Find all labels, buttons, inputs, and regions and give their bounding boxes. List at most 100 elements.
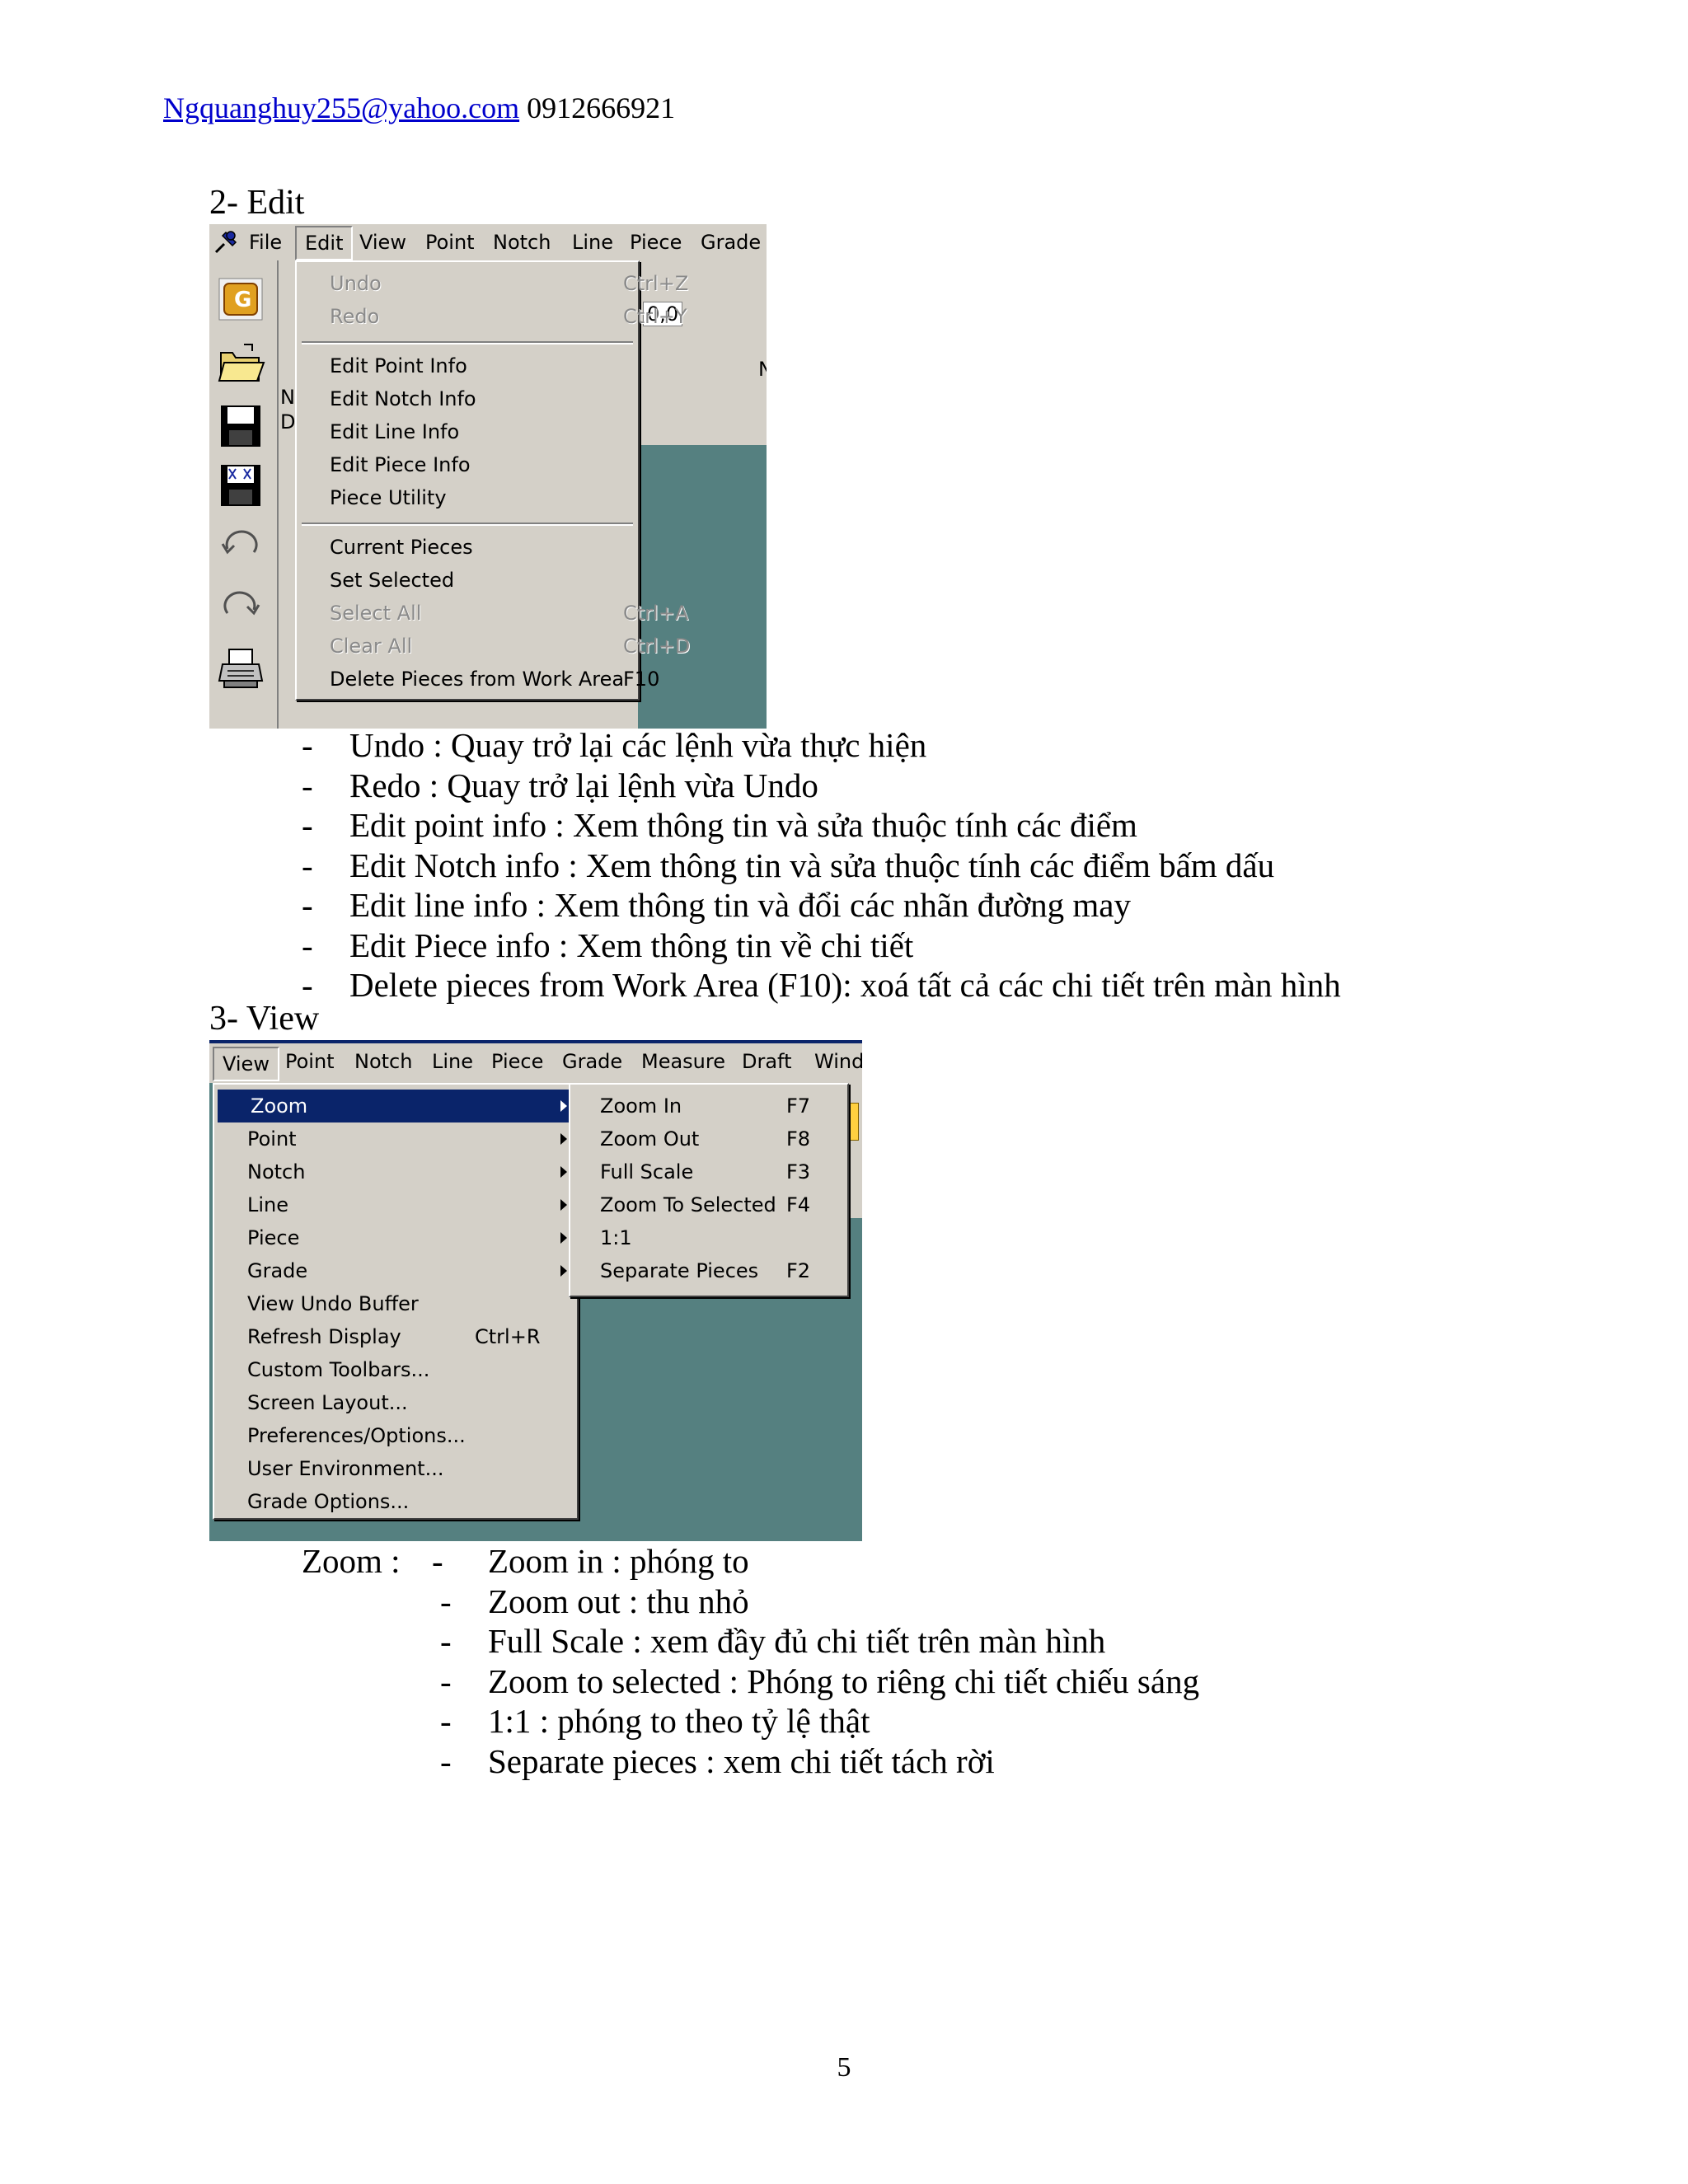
save-close-icon[interactable] bbox=[216, 462, 265, 509]
redo-icon[interactable] bbox=[216, 582, 265, 630]
edit-bullet-list: - Undo : Quay trở lại các lệnh vừa thực h… bbox=[302, 725, 1341, 1005]
menu-line[interactable]: Line bbox=[572, 224, 613, 260]
side-pane: N D bbox=[277, 260, 295, 729]
list-item: - Undo : Quay trở lại các lệnh vừa thực h… bbox=[302, 726, 927, 764]
menu-view[interactable]: View bbox=[359, 224, 406, 260]
submenu-arrow-icon bbox=[560, 1133, 567, 1145]
menu-item-set-selected[interactable]: Set Selected bbox=[297, 564, 638, 597]
menu-item-redo[interactable]: Redo Ctrl+Y bbox=[297, 300, 687, 333]
side-letter: N bbox=[280, 386, 295, 409]
page-header: Ngquanghuy255@yahoo.com 0912666921 bbox=[163, 91, 675, 125]
menu-item-zoom[interactable]: Zoom bbox=[218, 1090, 574, 1122]
list-item: - Zoom out : thu nhỏ bbox=[440, 1582, 749, 1620]
list-item: - Edit line info : Xem thông tin và đổi c… bbox=[302, 886, 1131, 924]
menu-item-point[interactable]: Point bbox=[214, 1122, 577, 1155]
submenu-arrow-icon bbox=[560, 1100, 567, 1112]
menu-item-notch[interactable]: Notch bbox=[214, 1155, 577, 1188]
menu-item-zoom-to-selected[interactable]: Zoom To Selected F4 bbox=[570, 1188, 847, 1221]
menu-draft[interactable]: Draft bbox=[742, 1043, 792, 1080]
menu-grade[interactable]: Grade bbox=[701, 224, 761, 260]
menu-point[interactable]: Point bbox=[425, 224, 475, 260]
list-item: - Edit Notch info : Xem thông tin và sửa … bbox=[302, 846, 1275, 884]
menu-bar: File Edit View Point Notch Line Piece Gr… bbox=[209, 224, 767, 260]
menu-separator bbox=[302, 341, 633, 344]
menu-item-clear-all[interactable]: Clear All Ctrl+D bbox=[297, 630, 690, 663]
menu-item-separate-pieces[interactable]: Separate Pieces F2 bbox=[570, 1254, 847, 1287]
menu-item-grade[interactable]: Grade bbox=[214, 1254, 577, 1287]
toolbar-button[interactable] bbox=[847, 1103, 859, 1141]
undo-icon[interactable] bbox=[216, 521, 265, 569]
grade-icon[interactable]: G bbox=[216, 275, 265, 323]
menu-item-line[interactable]: Line bbox=[214, 1188, 577, 1221]
menu-item-view-undo-buffer[interactable]: View Undo Buffer bbox=[214, 1287, 577, 1320]
zoom-submenu: Zoom In F7 Zoom Out F8 Full Scale F3 Zoo… bbox=[569, 1083, 849, 1297]
menu-piece[interactable]: Piece bbox=[630, 224, 682, 260]
list-item: - Edit Piece info : Xem thông tin về chi … bbox=[302, 926, 914, 964]
submenu-arrow-icon bbox=[560, 1265, 567, 1277]
side-letter: D bbox=[280, 410, 296, 434]
view-dropdown-menu: Zoom Point Notch Line Piece Grade View U… bbox=[213, 1083, 579, 1520]
print-icon[interactable] bbox=[216, 644, 265, 692]
edit-dropdown-menu: Undo Ctrl+Z Redo Ctrl+Y Edit Point Info … bbox=[295, 260, 690, 701]
menu-bar: View Point Notch Line Piece Grade Measur… bbox=[209, 1040, 862, 1083]
list-item: - Full Scale : xem đầy đủ chi tiết trên m… bbox=[440, 1622, 1106, 1660]
view-menu-screenshot: View Point Notch Line Piece Grade Measur… bbox=[209, 1040, 862, 1541]
folder-open-icon[interactable] bbox=[216, 340, 265, 387]
list-item: - Edit point info : Xem thông tin và sửa … bbox=[302, 806, 1137, 844]
list-item: - Zoom in : phóng to bbox=[432, 1542, 749, 1580]
section-view-heading: 3- View bbox=[209, 1000, 320, 1038]
menu-item-custom-toolbars[interactable]: Custom Toolbars... bbox=[214, 1353, 577, 1386]
email-link[interactable]: Ngquanghuy255@yahoo.com bbox=[163, 91, 519, 124]
save-icon[interactable] bbox=[216, 402, 265, 450]
menu-measure[interactable]: Measure bbox=[641, 1043, 725, 1080]
menu-item-undo[interactable]: Undo Ctrl+Z bbox=[297, 267, 688, 300]
menu-item-edit-piece-info[interactable]: Edit Piece Info bbox=[297, 448, 638, 481]
edit-menu-screenshot: File Edit View Point Notch Line Piece Gr… bbox=[209, 224, 767, 729]
section-edit-heading: 2- Edit bbox=[209, 184, 305, 222]
menu-item-edit-notch-info[interactable]: Edit Notch Info bbox=[297, 382, 638, 415]
menu-item-one-to-one[interactable]: 1:1 bbox=[570, 1221, 847, 1254]
menu-separator bbox=[302, 523, 633, 526]
menu-notch[interactable]: Notch bbox=[493, 224, 551, 260]
menu-item-piece-utility[interactable]: Piece Utility bbox=[297, 481, 638, 514]
menu-item-edit-line-info[interactable]: Edit Line Info bbox=[297, 415, 638, 448]
view-bullet-list: - Zoom in : phóng to - Zoom out : thu nhỏ … bbox=[432, 1541, 1199, 1781]
menu-view[interactable]: View bbox=[213, 1047, 279, 1081]
list-item: - Delete pieces from Work Area (F10): xoá… bbox=[302, 966, 1341, 1004]
menu-item-delete-pieces[interactable]: Delete Pieces from Work Area F10 bbox=[297, 663, 659, 696]
side-letter: N bbox=[758, 358, 767, 381]
menu-item-grade-options[interactable]: Grade Options... bbox=[214, 1485, 577, 1518]
menu-item-refresh-display[interactable]: Refresh Display Ctrl+R bbox=[214, 1320, 577, 1353]
menu-line[interactable]: Line bbox=[432, 1043, 473, 1080]
menu-notch[interactable]: Notch bbox=[354, 1043, 412, 1080]
list-item: - Redo : Quay trở lại lệnh vừa Undo bbox=[302, 766, 818, 804]
menu-item-select-all[interactable]: Select All Ctrl+A bbox=[297, 597, 688, 630]
submenu-arrow-icon bbox=[560, 1232, 567, 1244]
menu-point[interactable]: Point bbox=[285, 1043, 335, 1080]
menu-item-full-scale[interactable]: Full Scale F3 bbox=[570, 1155, 847, 1188]
menu-item-user-environment[interactable]: User Environment... bbox=[214, 1452, 577, 1485]
menu-grade[interactable]: Grade bbox=[562, 1043, 622, 1080]
info-panel: N bbox=[638, 340, 767, 447]
svg-text:G: G bbox=[234, 288, 251, 312]
menu-item-zoom-out[interactable]: Zoom Out F8 bbox=[570, 1122, 847, 1155]
zoom-label: Zoom : bbox=[302, 1542, 401, 1580]
menu-edit[interactable]: Edit bbox=[295, 226, 354, 260]
page-number: 5 bbox=[837, 2052, 851, 2083]
menu-item-edit-point-info[interactable]: Edit Point Info bbox=[297, 349, 638, 382]
phone-number: 0912666921 bbox=[527, 91, 676, 124]
menu-item-piece[interactable]: Piece bbox=[214, 1221, 577, 1254]
list-item: - Separate pieces : xem chi tiết tách rời bbox=[440, 1741, 995, 1780]
list-item: - Zoom to selected : Phóng to riêng chi t… bbox=[440, 1661, 1200, 1700]
menu-file[interactable]: File bbox=[249, 224, 282, 260]
menu-item-screen-layout[interactable]: Screen Layout... bbox=[214, 1386, 577, 1419]
menu-piece[interactable]: Piece bbox=[491, 1043, 543, 1080]
submenu-arrow-icon bbox=[560, 1166, 567, 1178]
submenu-arrow-icon bbox=[560, 1199, 567, 1211]
pin-icon[interactable] bbox=[213, 229, 239, 255]
menu-item-current-pieces[interactable]: Current Pieces bbox=[297, 531, 638, 564]
menu-item-zoom-in[interactable]: Zoom In F7 bbox=[570, 1090, 847, 1122]
menu-window[interactable]: Wind bbox=[814, 1043, 862, 1080]
menu-item-preferences[interactable]: Preferences/Options... bbox=[214, 1419, 577, 1452]
list-item: -1:1 : phóng to theo tỷ lệ thật bbox=[440, 1702, 870, 1740]
